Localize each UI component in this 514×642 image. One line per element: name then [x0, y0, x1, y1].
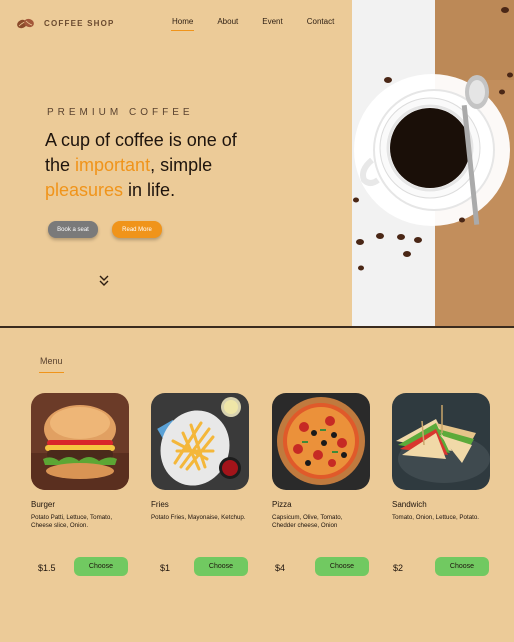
menu-item-desc: Potato Fries, Mayonaise, Ketchup.: [151, 514, 246, 521]
main-nav: Home About Event Contact: [170, 17, 358, 31]
nav-event[interactable]: Event: [262, 17, 282, 26]
menu-card-sandwich: Sandwich Tomato, Onion, Lettuce, Potato.…: [392, 393, 490, 576]
headline-line2-post: , simple: [150, 155, 213, 175]
menu-item-name: Sandwich: [392, 500, 427, 509]
burger-image: [31, 393, 129, 490]
nav-home[interactable]: Home: [170, 17, 195, 31]
pizza-image: [272, 393, 370, 490]
read-more-button[interactable]: Read More: [112, 221, 162, 238]
headline-highlight-pleasures: pleasures: [45, 180, 124, 200]
headline-highlight-important: important: [75, 155, 151, 175]
headline-line1: A cup of coffee is one of: [45, 130, 237, 150]
menu-item-name: Fries: [151, 500, 169, 509]
coffee-beans-icon: [17, 18, 34, 29]
menu-item-desc: Potato Patti, Lettuce, Tomato, Cheese sl…: [31, 514, 113, 529]
menu-item-name: Pizza: [272, 500, 292, 509]
menu-item-price: $2: [393, 563, 404, 573]
nav-contact[interactable]: Contact: [307, 17, 335, 26]
menu-item-price: $1: [160, 563, 171, 573]
brand-logo[interactable]: COFFEE SHOP: [16, 16, 115, 30]
menu-card-pizza: Pizza Capsicum, Olive, Tomato, Chedder c…: [272, 393, 370, 576]
nav-about[interactable]: About: [217, 17, 238, 26]
coffee-cup-image: [352, 0, 514, 326]
menu-item-price: $4: [275, 563, 286, 573]
hero-headline: A cup of coffee is one of the important,…: [45, 128, 285, 203]
menu-item-desc: Tomato, Onion, Lettuce, Potato.: [392, 514, 480, 521]
choose-button[interactable]: Choose: [74, 557, 128, 576]
choose-button[interactable]: Choose: [315, 557, 369, 576]
menu-heading: Menu: [39, 356, 64, 373]
headline-line2-pre: the: [45, 155, 76, 175]
menu-item-name: Burger: [31, 500, 56, 509]
hero-eyebrow: PREMIUM COFFEE: [47, 107, 194, 118]
headline-line3-post: in life.: [123, 180, 176, 200]
fries-image: [151, 393, 249, 490]
book-seat-button[interactable]: Book a seat: [48, 221, 98, 238]
choose-button[interactable]: Choose: [194, 557, 248, 576]
menu-item-desc: Capsicum, Olive, Tomato, Chedder cheese,…: [272, 514, 343, 529]
menu-item-price: $1.5: [38, 563, 56, 573]
choose-button[interactable]: Choose: [435, 557, 489, 576]
menu-card-burger: Burger Potato Patti, Lettuce, Tomato, Ch…: [31, 393, 129, 576]
scroll-down-icon[interactable]: [98, 274, 110, 288]
menu-card-fries: Fries Potato Fries, Mayonaise, Ketchup. …: [151, 393, 249, 576]
sandwich-image: [392, 393, 490, 490]
hero-section: COFFEE SHOP Home About Event Contact PRE…: [0, 0, 514, 326]
brand-name: COFFEE SHOP: [44, 18, 115, 28]
section-divider: [0, 326, 514, 328]
